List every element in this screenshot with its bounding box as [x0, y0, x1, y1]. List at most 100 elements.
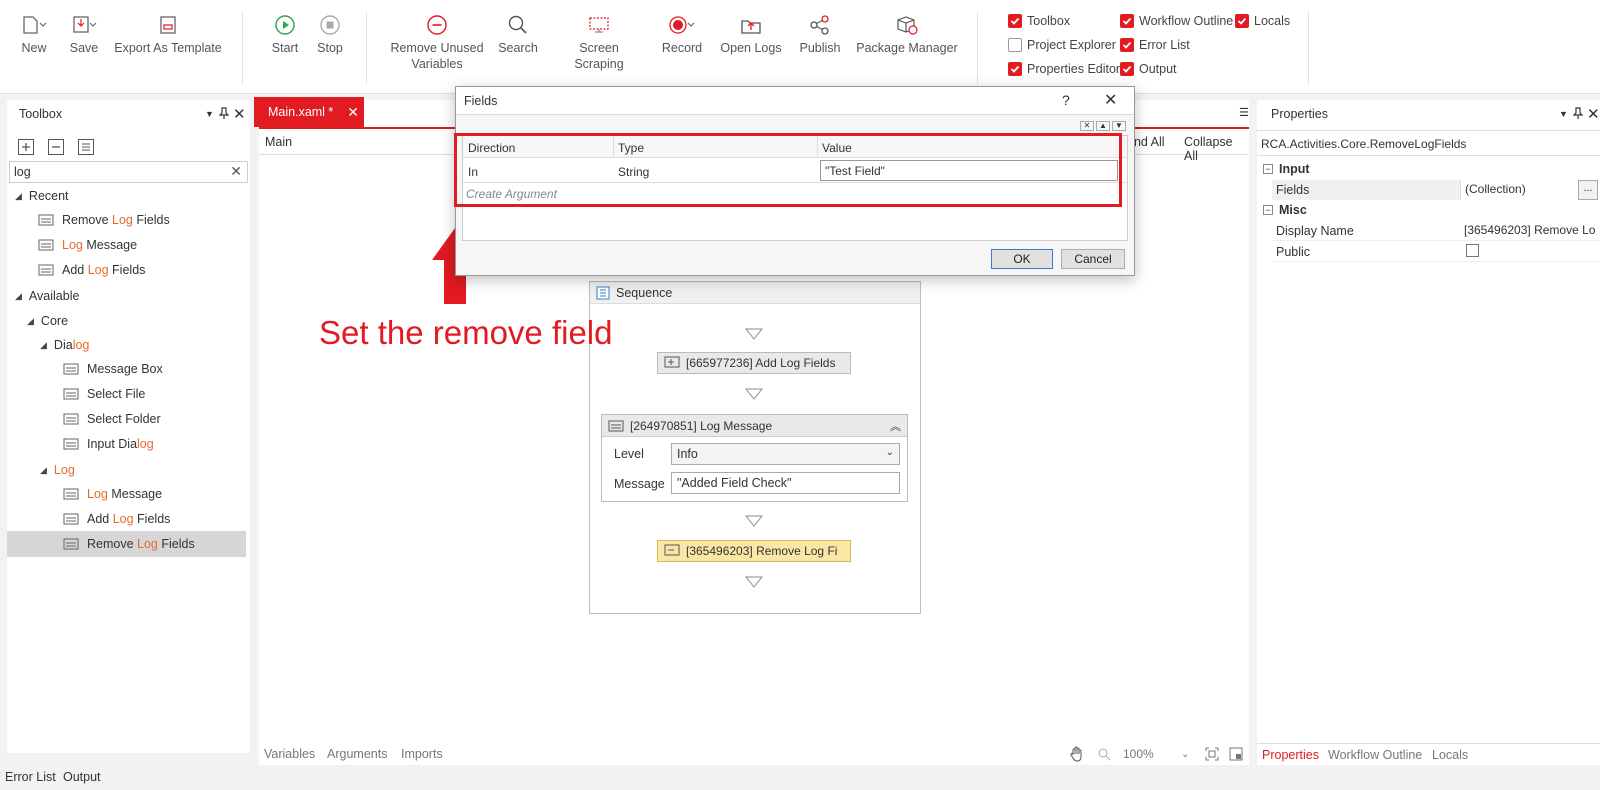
record-button[interactable]: Record: [658, 10, 706, 56]
close-icon[interactable]: ✕: [1587, 105, 1600, 123]
toolbox-item-label: Select File: [87, 387, 146, 401]
locals-checkbox[interactable]: Locals: [1235, 14, 1290, 28]
toolbox-item[interactable]: Input Dialog: [62, 433, 154, 455]
export-template-button[interactable]: Export As Template: [112, 10, 224, 56]
misc-section[interactable]: − Misc: [1263, 203, 1307, 217]
arguments-tab[interactable]: Arguments: [327, 747, 387, 761]
log-message-icon: [608, 420, 624, 431]
toolbox-item[interactable]: Log Message: [62, 483, 162, 505]
toolbox-item[interactable]: Message Box: [62, 358, 163, 380]
locals-tab[interactable]: Locals: [1432, 748, 1468, 762]
help-button[interactable]: ?: [1062, 92, 1070, 108]
tree-group-recent[interactable]: ◢ Recent: [15, 185, 69, 207]
collapse-chevron-icon[interactable]: ︽: [890, 418, 901, 434]
fit-screen-icon[interactable]: [1205, 747, 1219, 761]
remove-log-fields-activity[interactable]: [365496203] Remove Log Fi: [657, 540, 851, 562]
dialog-close-icon[interactable]: ✕: [1104, 90, 1117, 110]
list-view-icon[interactable]: [77, 138, 95, 156]
ok-button[interactable]: OK: [991, 249, 1053, 269]
move-up-icon[interactable]: ▲: [1096, 121, 1110, 131]
project-explorer-checkbox[interactable]: Project Explorer: [1008, 38, 1116, 52]
error-list-checkbox[interactable]: Error List: [1120, 38, 1190, 52]
search-button[interactable]: Search: [498, 10, 538, 56]
toolbox-item[interactable]: Select File: [62, 383, 145, 405]
sequence-activity[interactable]: Sequence [665977236] Add Log Fields [264…: [589, 281, 921, 614]
tree-group-log[interactable]: ◢ Log: [40, 459, 75, 481]
fields-label: Fields: [1276, 183, 1310, 197]
toolbox-item[interactable]: Remove Log Fields: [37, 209, 170, 231]
close-tab-icon[interactable]: ✕: [347, 104, 359, 121]
output-checkbox[interactable]: Output: [1120, 62, 1177, 76]
stop-button[interactable]: Stop: [310, 10, 350, 56]
toolbox-tools: [17, 138, 95, 156]
toolbox-item[interactable]: Add Log Fields: [62, 508, 170, 530]
imports-tab[interactable]: Imports: [401, 747, 443, 761]
message-input[interactable]: "Added Field Check": [671, 472, 900, 494]
zoom-level[interactable]: 100%: [1123, 747, 1154, 761]
drop-arrow-icon: [745, 328, 763, 340]
close-icon[interactable]: ✕: [233, 105, 246, 123]
toolbox-checkbox[interactable]: Toolbox: [1008, 14, 1070, 28]
toolbox-item[interactable]: Select Folder: [62, 408, 161, 430]
delete-argument-icon[interactable]: ✕: [1080, 121, 1094, 131]
save-icon: [73, 16, 97, 33]
move-down-icon[interactable]: ▼: [1112, 121, 1126, 131]
drop-arrow-icon: [745, 576, 763, 588]
package-manager-button[interactable]: Package Manager: [855, 10, 959, 56]
hand-pan-icon[interactable]: [1069, 746, 1085, 762]
level-label: Level: [614, 447, 644, 461]
toolbox-item[interactable]: Add Log Fields: [37, 259, 145, 281]
display-name-value[interactable]: [365496203] Remove Lo: [1464, 223, 1598, 237]
toolbox-item[interactable]: Remove Log Fields: [62, 533, 195, 555]
tree-group-core[interactable]: ◢ Core: [27, 310, 68, 332]
expand-all-icon[interactable]: [17, 138, 35, 156]
output-tab[interactable]: Output: [63, 770, 101, 784]
add-log-fields-activity[interactable]: [665977236] Add Log Fields: [657, 352, 851, 374]
variables-tab[interactable]: Variables: [264, 747, 315, 761]
error-list-tab[interactable]: Error List: [5, 770, 56, 784]
dropdown-icon[interactable]: ▼: [205, 109, 214, 119]
pin-icon[interactable]: [1572, 106, 1584, 122]
dialog-title: Fields: [464, 94, 498, 108]
save-button[interactable]: Save: [64, 10, 104, 56]
workflow-outline-tab[interactable]: Workflow Outline: [1328, 748, 1422, 762]
input-section[interactable]: − Input: [1263, 162, 1310, 176]
log-message-activity[interactable]: [264970851] Log Message ︽ Level Info ⌄ M…: [601, 414, 908, 502]
zoom-icon[interactable]: [1097, 747, 1111, 761]
fields-ellipsis-button[interactable]: ...: [1578, 180, 1598, 200]
properties-editor-checkbox[interactable]: Properties Editor: [1008, 62, 1120, 76]
cancel-button[interactable]: Cancel: [1061, 249, 1125, 269]
dropdown-icon[interactable]: ▼: [1559, 109, 1568, 119]
toolbox-search-input[interactable]: log ✕: [9, 161, 248, 183]
start-button[interactable]: Start: [265, 10, 305, 56]
project-explorer-checkbox-label: Project Explorer: [1027, 38, 1116, 52]
misc-section-label: Misc: [1279, 203, 1307, 217]
activity-icon: [38, 264, 54, 276]
dialog-title-bar: Fields ? ✕: [456, 87, 1134, 115]
new-button[interactable]: New: [14, 10, 54, 56]
screen-scraping-icon: [589, 17, 609, 33]
remove-unused-variables-button[interactable]: Remove Unused Variables: [387, 10, 487, 72]
tree-group-dialog[interactable]: ◢ Dialog: [40, 334, 89, 356]
tab-main-xaml[interactable]: Main.xaml * ✕: [254, 97, 364, 127]
workflow-outline-checkbox[interactable]: Workflow Outline: [1120, 14, 1233, 28]
toolbox-item[interactable]: Log Message: [37, 234, 137, 256]
clear-search-icon[interactable]: ✕: [230, 163, 242, 180]
fields-value-box[interactable]: (Collection) ...: [1460, 180, 1600, 200]
overview-icon[interactable]: [1229, 747, 1243, 761]
breadcrumb[interactable]: Main: [265, 135, 292, 149]
collapse-all-icon[interactable]: [47, 138, 65, 156]
toolbox-item-label: Add Log Fields: [87, 512, 171, 526]
level-select[interactable]: Info ⌄: [671, 443, 900, 465]
screen-scraping-button[interactable]: Screen Scraping: [553, 10, 645, 72]
zoom-dropdown-icon[interactable]: ⌄: [1181, 749, 1189, 760]
collapse-all-link[interactable]: Collapse All: [1184, 135, 1249, 163]
public-checkbox[interactable]: [1466, 244, 1479, 257]
tab-overflow-icon[interactable]: ☰: [1239, 106, 1249, 119]
properties-tab[interactable]: Properties: [1262, 748, 1319, 762]
pin-icon[interactable]: [218, 106, 230, 122]
open-logs-button[interactable]: Open Logs: [718, 10, 784, 56]
input-section-label: Input: [1279, 162, 1310, 176]
tree-group-available[interactable]: ◢ Available: [15, 285, 79, 307]
publish-button[interactable]: Publish: [797, 10, 843, 56]
